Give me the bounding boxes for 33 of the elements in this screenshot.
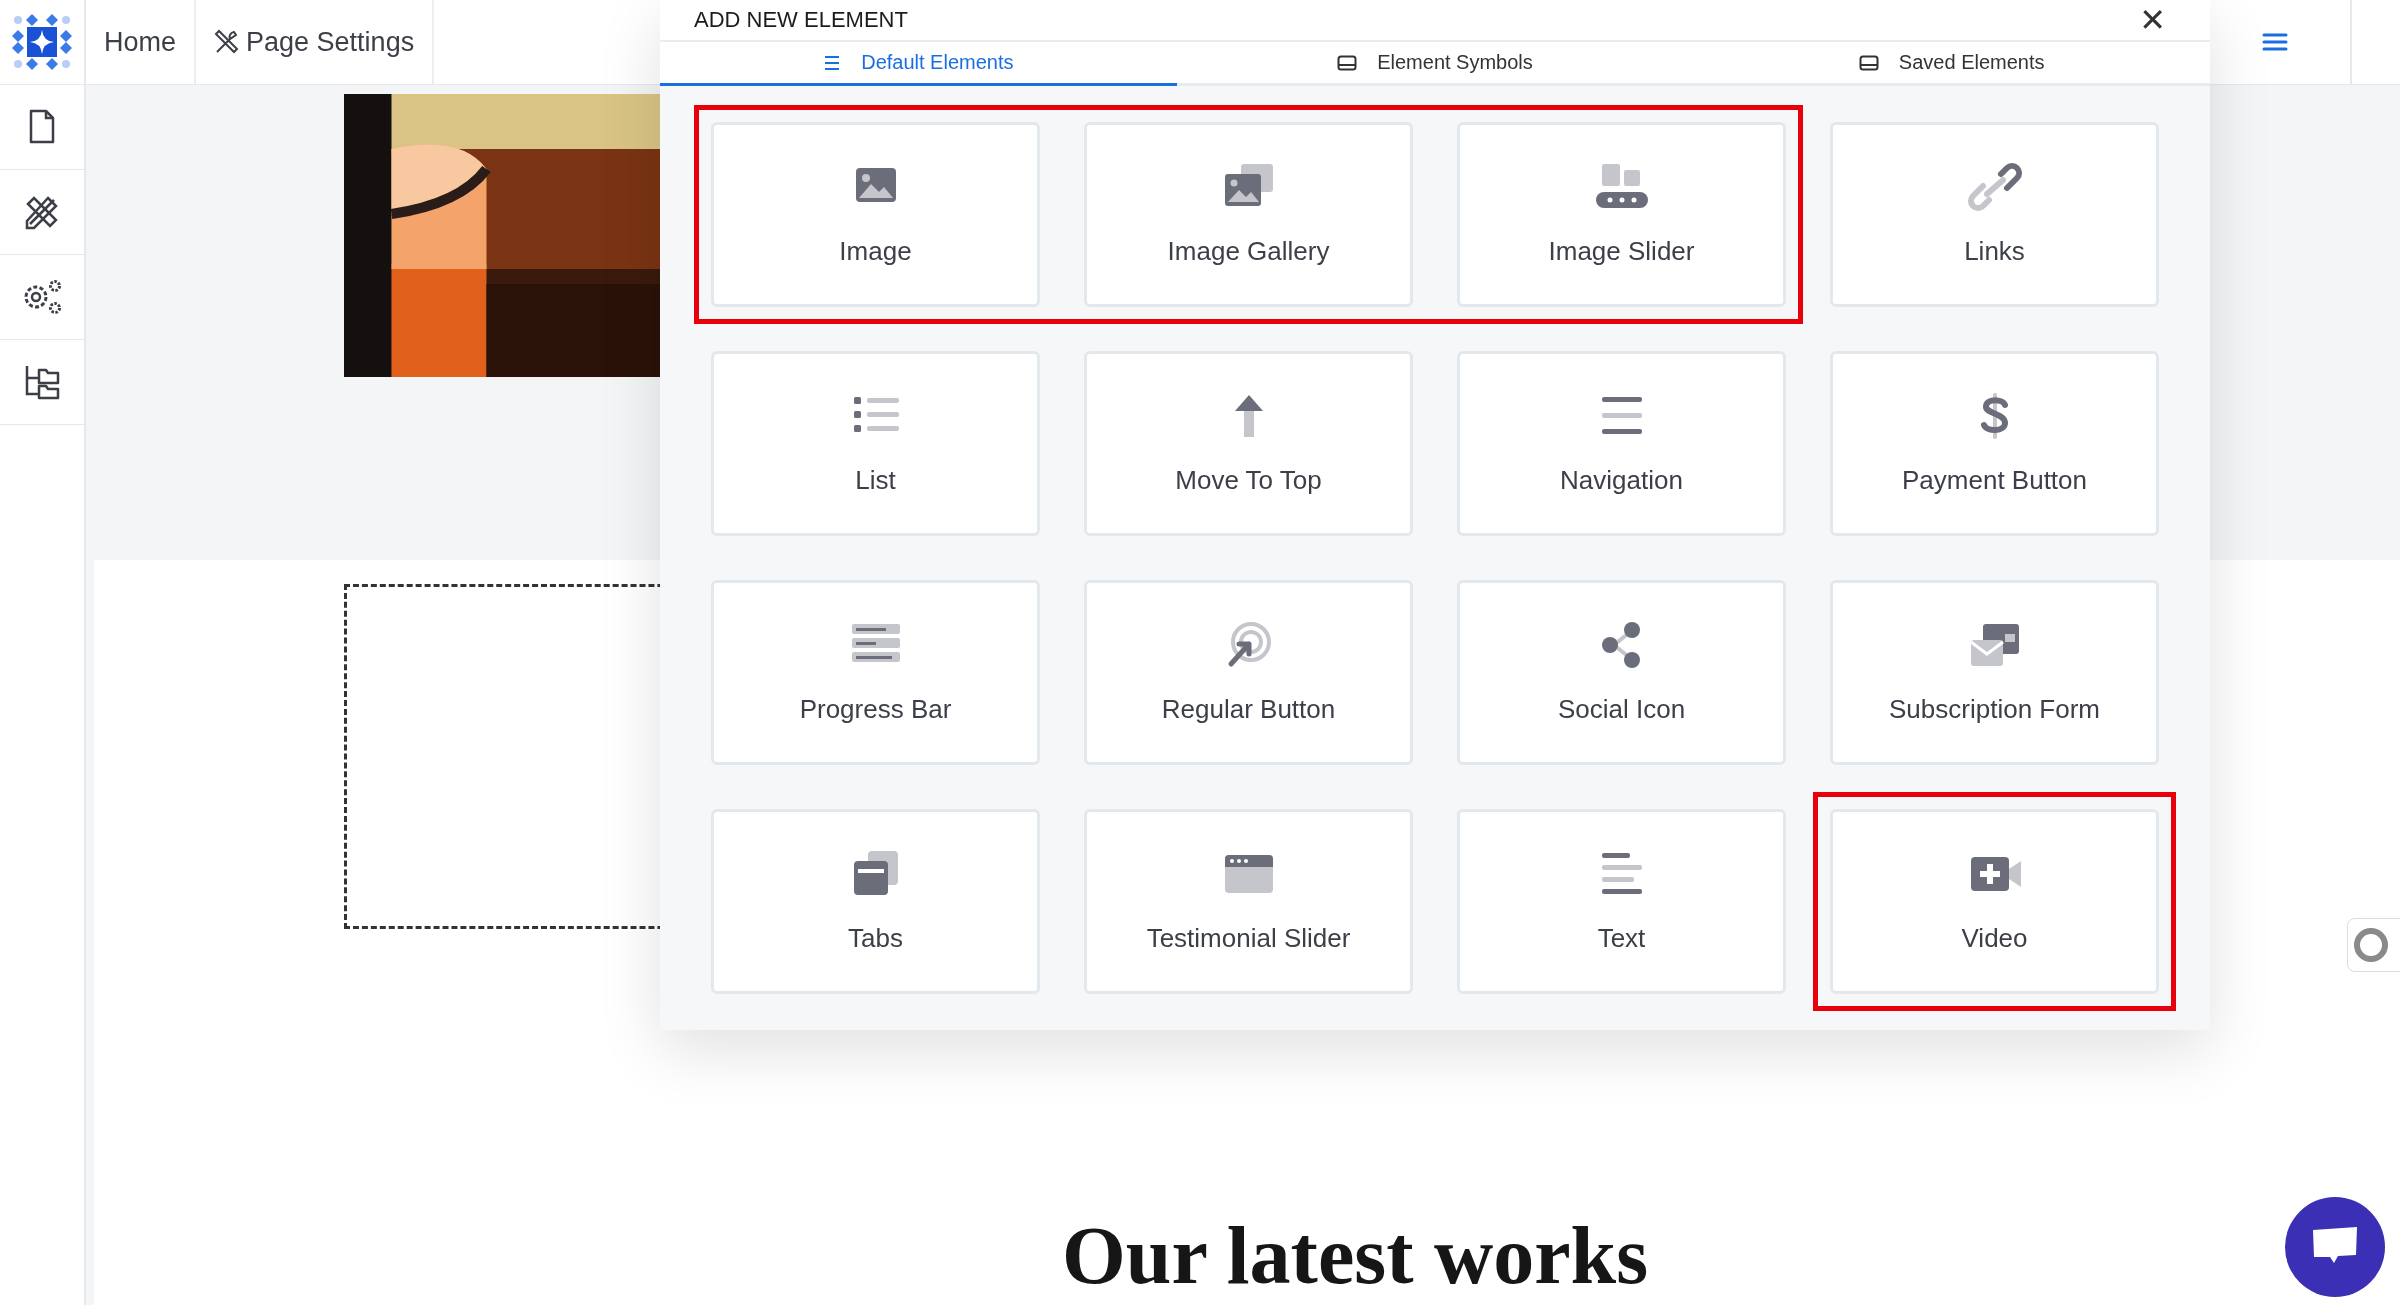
card-icon (1858, 54, 1879, 71)
element-card[interactable]: Image (711, 122, 1040, 307)
tab[interactable]: Saved Elements (1693, 42, 2210, 86)
page-icon[interactable] (28, 109, 56, 145)
element-card[interactable]: Subscription Form (1830, 580, 2159, 765)
element-card[interactable]: Links (1830, 122, 2159, 307)
section-heading: Our latest works (1062, 1215, 1649, 1297)
element-card[interactable]: Move To Top (1084, 351, 1413, 536)
element-card[interactable]: Navigation (1457, 351, 1786, 536)
element-card[interactable]: List (711, 351, 1040, 536)
card-icon (1337, 54, 1358, 71)
element-card[interactable]: Progress Bar (711, 580, 1040, 765)
logo-icon[interactable] (12, 14, 72, 70)
pencil-ruler-icon[interactable] (24, 194, 60, 230)
tab[interactable]: Default Elements (660, 42, 1177, 86)
tools-icon (214, 29, 241, 55)
element-card[interactable]: Text (1457, 809, 1786, 994)
element-card[interactable]: Image Gallery (1084, 122, 1413, 307)
element-card[interactable]: Tabs (711, 809, 1040, 994)
dialog-title: ADD NEW ELEMENT (694, 7, 908, 33)
element-card[interactable]: Testimonial Slider (1084, 809, 1413, 994)
tab[interactable]: Element Symbols (1176, 42, 1694, 86)
menu-icon[interactable] (2262, 32, 2288, 52)
element-card[interactable]: Video (1830, 809, 2159, 994)
list-lines-icon (823, 54, 842, 71)
close-button[interactable]: ✕ (2129, 1, 2176, 39)
element-card[interactable]: Social Icon (1457, 580, 1786, 765)
folder-tree-icon[interactable] (23, 364, 61, 400)
element-card[interactable]: Payment Button (1830, 351, 2159, 536)
element-card[interactable]: Regular Button (1084, 580, 1413, 765)
ring-icon (2354, 928, 2388, 962)
floating-tab[interactable] (2347, 918, 2400, 972)
element-card[interactable]: Image Slider (1457, 122, 1786, 307)
